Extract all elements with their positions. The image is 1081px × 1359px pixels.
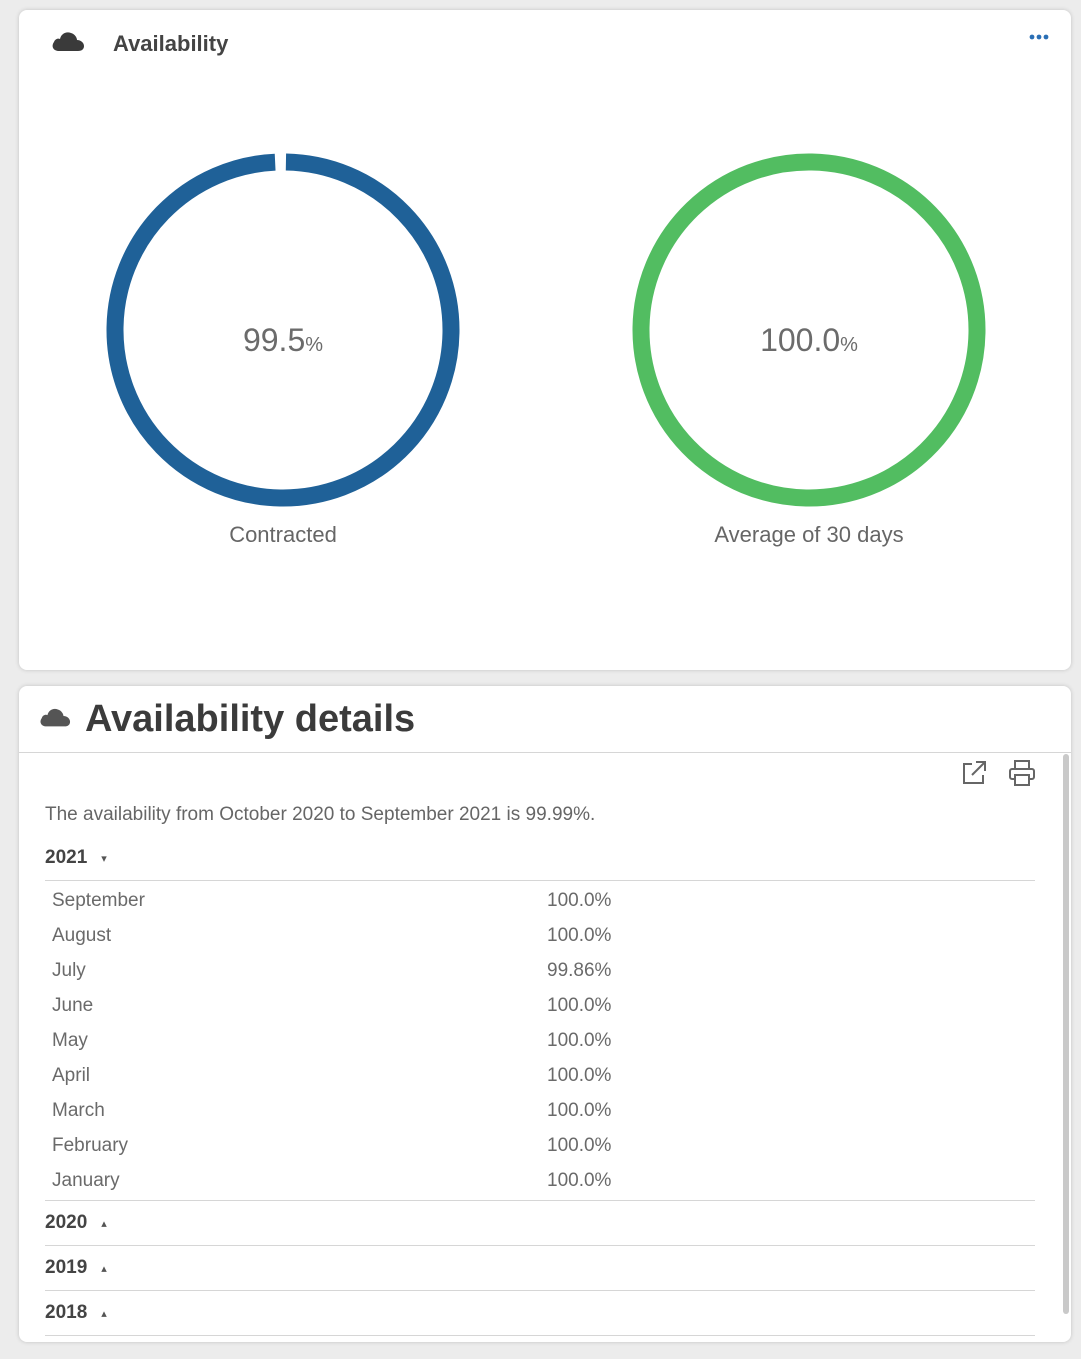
month-value: 100.0% (547, 1064, 612, 1086)
table-row: March 100.0% (52, 1093, 952, 1128)
month-name: January (52, 1169, 120, 1191)
details-header: Availability details (19, 686, 1071, 753)
availability-summary: The availability from October 2020 to Se… (45, 804, 596, 825)
month-value: 100.0% (547, 889, 612, 911)
caret-up-icon: ▴ (101, 1217, 107, 1230)
external-link-icon[interactable] (959, 758, 989, 788)
gauge-average: 100.0% Average of 30 days (629, 150, 989, 547)
gauge-contracted-unit: % (305, 334, 324, 356)
month-value: 100.0% (547, 1169, 612, 1191)
table-row: June 100.0% (52, 988, 952, 1023)
month-name: June (52, 994, 94, 1016)
month-value: 100.0% (547, 1029, 612, 1051)
month-name: August (52, 924, 112, 946)
table-row: May 100.0% (52, 1023, 952, 1058)
gauge-contracted-value: 99.5% (103, 322, 463, 359)
year-toggle-2018[interactable]: 2018 ▴ (45, 1291, 1035, 1335)
year-toggle-2020[interactable]: 2020 ▴ (45, 1201, 1035, 1245)
table-row: January 100.0% (52, 1163, 952, 1198)
divider (45, 880, 1035, 881)
table-row: April 100.0% (52, 1058, 952, 1093)
divider (45, 1335, 1035, 1336)
gauge-average-unit: % (840, 334, 858, 356)
table-row: September 100.0% (52, 883, 952, 918)
gauge-contracted-label: Contracted (229, 522, 337, 547)
year-toggle-2021[interactable]: 2021 ▾ (45, 836, 1035, 880)
printer-icon[interactable] (1007, 758, 1037, 788)
more-horizontal-icon[interactable] (1027, 30, 1051, 44)
gauge-average-value: 100.0% (629, 322, 989, 359)
month-value: 100.0% (547, 994, 612, 1016)
month-value: 100.0% (547, 1099, 612, 1121)
cloud-icon (39, 706, 71, 733)
gauge-contracted: 99.5% Contracted (103, 150, 463, 547)
gauge-contracted-number: 99.5 (242, 322, 306, 358)
gauge-average-label: Average of 30 days (714, 522, 904, 547)
year-label: 2018 (45, 1302, 88, 1323)
month-name: April (52, 1064, 91, 1086)
caret-up-icon: ▴ (101, 1307, 107, 1320)
availability-details-card: Availability details The availability fr… (19, 686, 1071, 1342)
scrollbar[interactable] (1063, 754, 1069, 1314)
availability-card: Availability 99.5% Contracted 100.0% Ave… (19, 10, 1071, 670)
table-row: July 99.86% (52, 953, 952, 988)
year-label: 2020 (45, 1212, 88, 1233)
year-label: 2019 (45, 1257, 88, 1278)
cloud-icon (51, 30, 85, 57)
year-toggle-2019[interactable]: 2019 ▴ (45, 1246, 1035, 1290)
month-value: 100.0% (547, 1134, 612, 1156)
month-name: July (52, 959, 86, 981)
gauge-average-number: 100.0 (760, 322, 841, 358)
month-name: September (52, 889, 145, 911)
month-name: February (52, 1134, 129, 1156)
month-value: 99.86% (547, 959, 612, 981)
availability-title: Availability (113, 30, 229, 56)
table-row: August 100.0% (52, 918, 952, 953)
details-title: Availability details (85, 697, 416, 740)
month-name: March (52, 1099, 105, 1121)
table-row: February 100.0% (52, 1128, 952, 1163)
year-label: 2021 (45, 847, 88, 868)
caret-up-icon: ▴ (101, 1262, 107, 1275)
caret-down-icon: ▾ (101, 852, 107, 865)
month-name: May (52, 1029, 88, 1051)
month-value: 100.0% (547, 924, 612, 946)
availability-header: Availability (51, 30, 228, 57)
